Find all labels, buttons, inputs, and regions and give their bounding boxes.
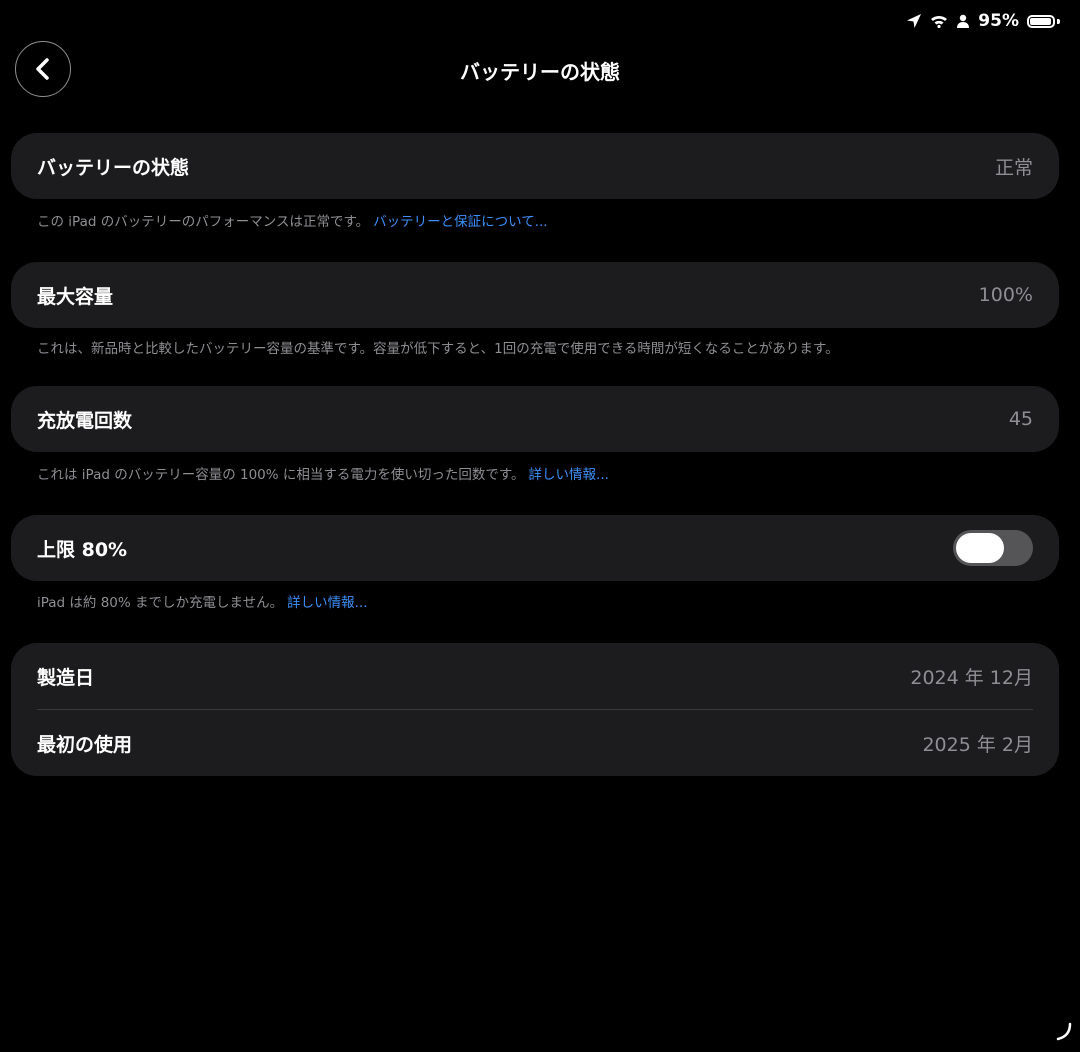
toggle-knob [956,533,1004,563]
page-title: バッテリーの状態 [460,60,620,84]
limit-80-footnote-text: iPad は約 80% までしか充電しません。 [37,595,284,611]
limit-80-footnote: iPad は約 80% までしか充電しません。 詳しい情報... [37,591,367,611]
cycle-count-footnote: これは iPad のバッテリー容量の 100% に相当する電力を使い切った回数で… [37,463,609,483]
battery-percent: 95% [978,11,1019,31]
battery-icon [1027,14,1055,28]
corner-indicator-icon [1054,1022,1074,1046]
manufacture-date-value: 2024 年 12月 [910,666,1033,689]
max-capacity-value: 100% [978,284,1033,306]
battery-health-value: 正常 [994,156,1033,179]
limit-80-toggle[interactable] [953,530,1033,566]
limit-80-label: 上限 80% [37,538,128,561]
person-icon [956,14,970,28]
battery-level-fill [1030,17,1051,25]
battery-warranty-link[interactable]: バッテリーと保証について... [373,214,547,230]
max-capacity-label: 最大容量 [37,285,114,308]
max-capacity-cell: 最大容量 100% [11,262,1059,328]
battery-tip [1057,18,1060,24]
location-arrow-icon [906,13,922,29]
cycle-count-label: 充放電回数 [37,409,133,432]
battery-health-cell: バッテリーの状態 正常 [11,133,1059,199]
battery-health-footnote: この iPad のバッテリーのパフォーマンスは正常です。 バッテリーと保証について… [37,210,548,230]
wifi-icon [930,14,948,28]
max-capacity-footnote: これは、新品時と比較したバッテリー容量の基準です。容量が低下すると、1回の充電で… [37,341,839,357]
status-bar: 95% [906,8,1060,34]
cycle-count-learn-more-link[interactable]: 詳しい情報... [529,467,609,483]
cycle-count-value: 45 [1008,408,1033,430]
battery-health-label: バッテリーの状態 [37,156,190,179]
first-use-label: 最初の使用 [37,733,133,756]
manufacture-date-label: 製造日 [37,666,95,689]
cycle-count-footnote-text: これは iPad のバッテリー容量の 100% に相当する電力を使い切った回数で… [37,467,525,483]
cycle-count-cell: 充放電回数 45 [11,386,1059,452]
first-use-value: 2025 年 2月 [922,733,1033,756]
limit-80-learn-more-link[interactable]: 詳しい情報... [287,595,367,611]
dates-cell: 製造日 2024 年 12月 最初の使用 2025 年 2月 [11,643,1059,776]
battery-health-footnote-text: この iPad のバッテリーのパフォーマンスは正常です。 [37,214,370,230]
limit-80-cell: 上限 80% [11,515,1059,581]
